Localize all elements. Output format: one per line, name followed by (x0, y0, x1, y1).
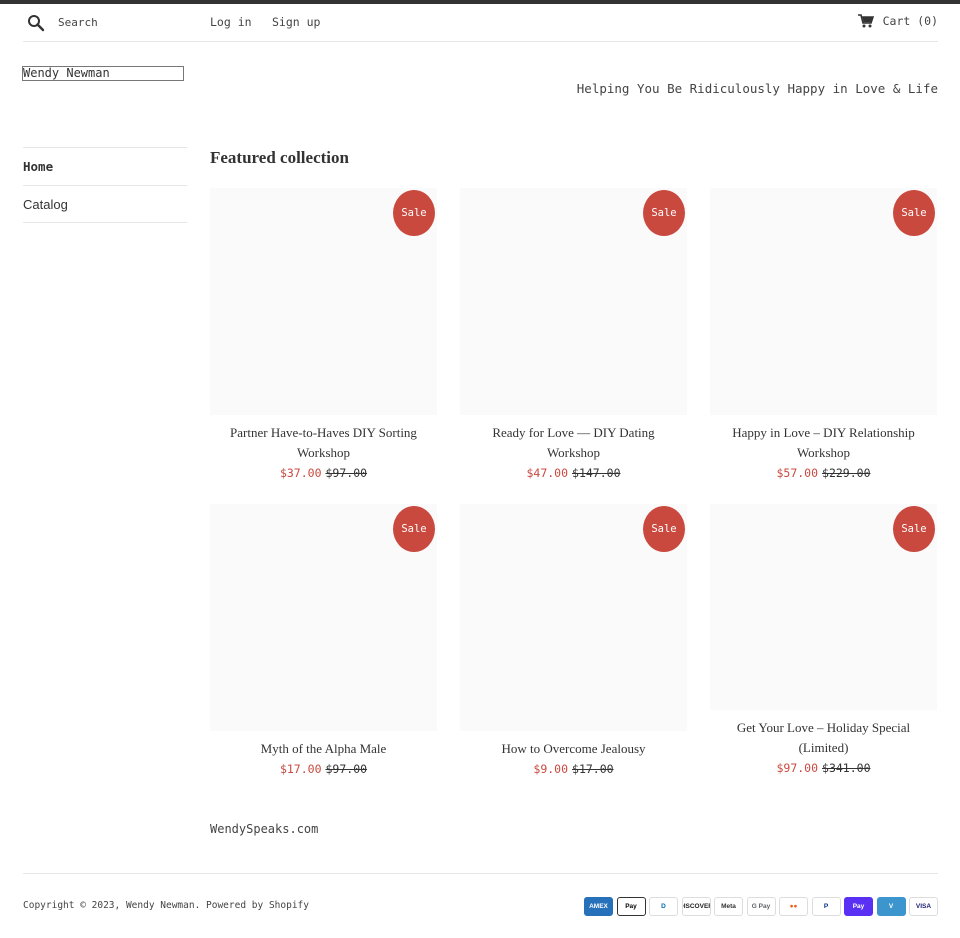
compare-price: $147.00 (572, 466, 621, 480)
diners-club-icon: D (649, 897, 678, 916)
login-link[interactable]: Log in (210, 15, 252, 29)
visa-icon: VISA (909, 897, 938, 916)
google-pay-icon: G Pay (746, 897, 776, 916)
footer-site-name: WendySpeaks.com (210, 822, 319, 836)
compare-price: $97.00 (325, 466, 368, 480)
footer-copyright: Copyright © 2023, Wendy Newman. Powered … (23, 900, 309, 911)
sale-badge: Sale (643, 190, 685, 236)
product-title[interactable]: Partner Have-to-Haves DIY Sorting Worksh… (210, 423, 437, 463)
sale-badge: Sale (893, 506, 935, 552)
sidebar-item-home[interactable]: Home (23, 147, 187, 185)
compare-price: $341.00 (822, 761, 871, 775)
product-price: $17.00 $97.00 (210, 759, 437, 779)
product-image[interactable]: Sale (210, 504, 437, 731)
product-price: $57.00 $229.00 (710, 463, 937, 483)
product-title[interactable]: Ready for Love — DIY Dating Workshop (460, 423, 687, 463)
product-card[interactable]: Sale Partner Have-to-Haves DIY Sorting W… (210, 188, 437, 483)
compare-price: $229.00 (822, 466, 871, 480)
mastercard-icon: ●● (779, 897, 808, 916)
search-input[interactable] (58, 13, 198, 31)
apple-pay-icon: Pay (616, 897, 646, 916)
product-card[interactable]: Sale Myth of the Alpha Male $17.00 $97.00 (210, 504, 437, 779)
meta-pay-icon: Meta (714, 897, 743, 916)
product-price: $37.00 $97.00 (210, 463, 437, 483)
sale-price: $57.00 (776, 466, 819, 480)
footer-divider (23, 873, 938, 874)
sale-badge: Sale (393, 190, 435, 236)
product-title[interactable]: How to Overcome Jealousy (460, 739, 687, 759)
product-card[interactable]: Sale Happy in Love – DIY Relationship Wo… (710, 188, 937, 483)
cart-link[interactable]: Cart (0) (857, 14, 938, 28)
product-title[interactable]: Happy in Love – DIY Relationship Worksho… (710, 423, 937, 463)
sidebar-nav: Home Catalog (23, 147, 187, 223)
sale-badge: Sale (893, 190, 935, 236)
product-title[interactable]: Get Your Love – Holiday Special (Limited… (710, 718, 937, 758)
product-price: $47.00 $147.00 (460, 463, 687, 483)
sale-price: $17.00 (279, 762, 322, 776)
product-image[interactable]: Sale (460, 504, 687, 731)
section-title: Featured collection (210, 148, 349, 167)
product-card[interactable]: Sale How to Overcome Jealousy $9.00 $17.0… (460, 504, 687, 779)
venmo-icon: V (876, 897, 906, 916)
compare-price: $17.00 (572, 762, 614, 776)
search-icon[interactable] (27, 14, 45, 32)
sale-badge: Sale (393, 506, 435, 552)
cart-icon (857, 14, 874, 28)
product-card[interactable]: Sale Ready for Love — DIY Dating Worksho… (460, 188, 687, 483)
amex-icon: AMEX (584, 897, 613, 916)
paypal-icon: P (811, 897, 841, 916)
product-image[interactable]: Sale (210, 188, 437, 415)
product-image[interactable]: Sale (710, 188, 937, 415)
shop-pay-icon: Pay (844, 897, 873, 916)
sale-badge: Sale (643, 506, 685, 552)
site-header: Log in Sign up Cart (0) (23, 4, 938, 42)
discover-icon: DISCOVER (681, 897, 711, 916)
cart-label: Cart (0) (882, 14, 938, 28)
product-price: $97.00 $341.00 (710, 758, 937, 778)
sale-price: $97.00 (776, 761, 819, 775)
sale-price: $47.00 (526, 466, 569, 480)
site-tagline: Helping You Be Ridiculously Happy in Lov… (576, 81, 938, 96)
sidebar-item-catalog[interactable]: Catalog (23, 185, 187, 223)
product-image[interactable]: Sale (710, 504, 937, 710)
product-price: $9.00 $17.00 (460, 759, 687, 779)
payment-icons: AMEXPayDDISCOVERMetaG Pay●●PPayVVISA (584, 897, 938, 916)
sale-price: $37.00 (279, 466, 322, 480)
product-title[interactable]: Myth of the Alpha Male (210, 739, 437, 759)
site-logo[interactable]: Wendy Newman (22, 66, 184, 81)
product-card[interactable]: Sale Get Your Love – Holiday Special (Li… (710, 504, 937, 778)
product-image[interactable]: Sale (460, 188, 687, 415)
sale-price: $9.00 (533, 762, 569, 776)
compare-price: $97.00 (325, 762, 368, 776)
signup-link[interactable]: Sign up (272, 15, 320, 29)
